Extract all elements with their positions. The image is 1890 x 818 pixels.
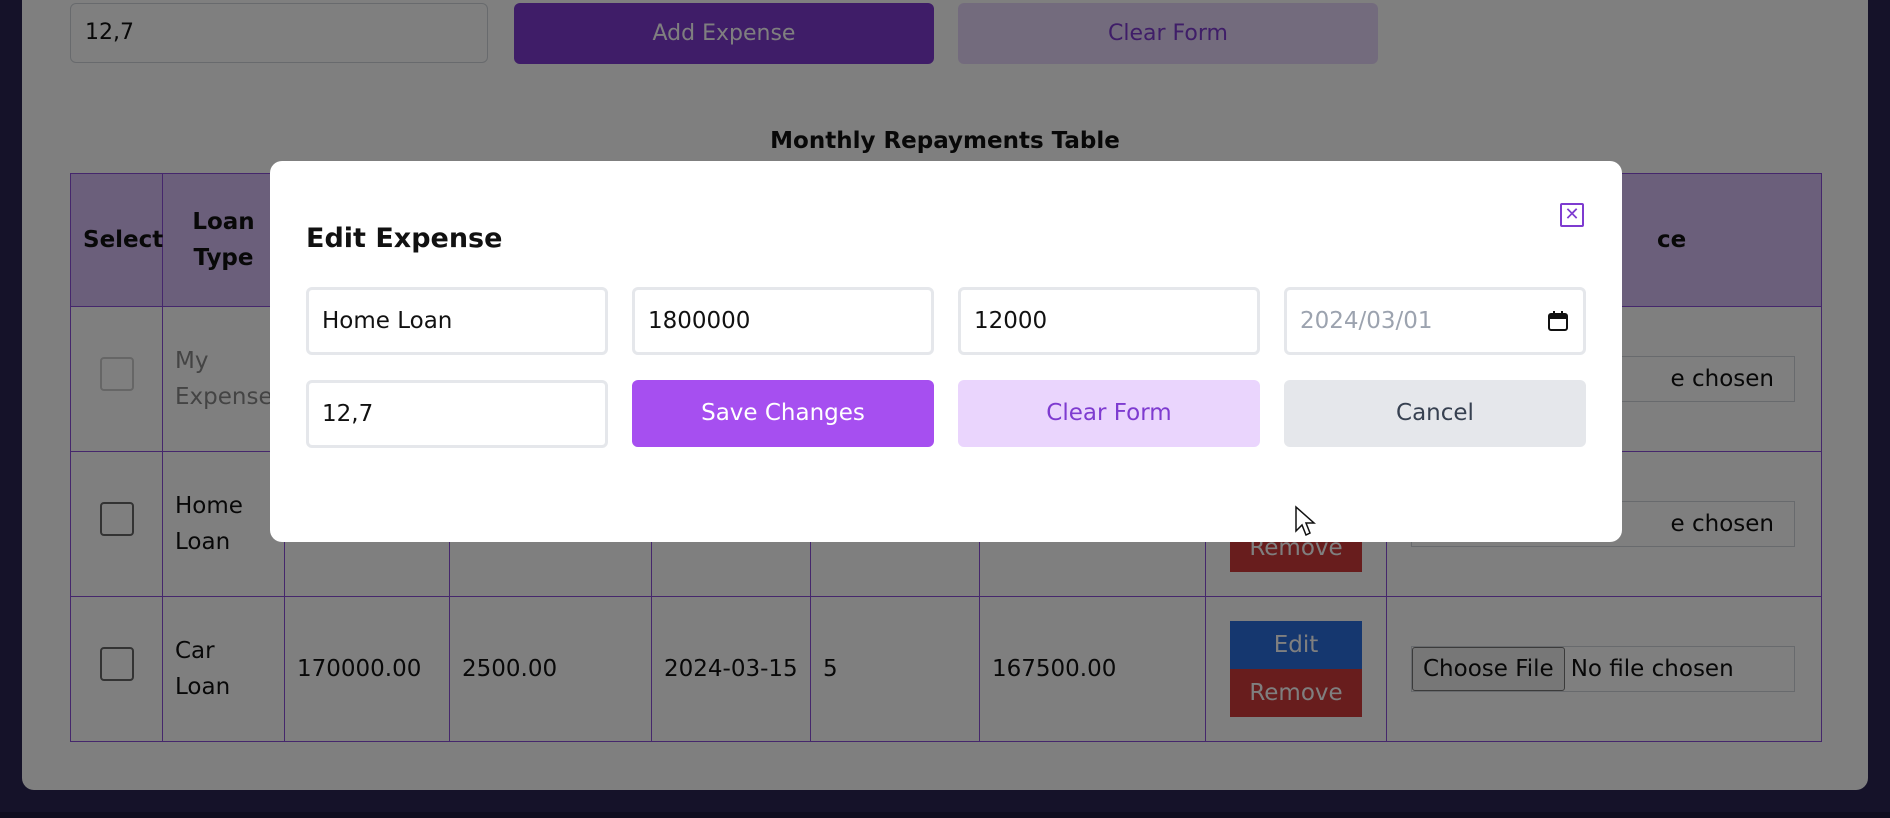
close-x-icon[interactable]: ✕ — [1560, 203, 1584, 227]
calendar-icon[interactable] — [1547, 310, 1569, 332]
save-changes-button[interactable]: Save Changes — [632, 380, 934, 447]
clear-form-button[interactable]: Clear Form — [958, 380, 1260, 447]
date-input[interactable]: 2024/03/01 — [1284, 287, 1586, 355]
rate-input[interactable]: 12,7 — [306, 380, 608, 448]
cancel-button[interactable]: Cancel — [1284, 380, 1586, 447]
payment-input[interactable]: 12000 — [958, 287, 1260, 355]
date-value: 2024/03/01 — [1300, 308, 1433, 334]
edit-expense-modal: Edit Expense ✕ Home Loan 1800000 12000 2… — [270, 161, 1622, 542]
loan-type-input[interactable]: Home Loan — [306, 287, 608, 355]
mouse-cursor-icon — [1295, 505, 1316, 537]
amount-input[interactable]: 1800000 — [632, 287, 934, 355]
modal-title: Edit Expense — [306, 223, 503, 254]
